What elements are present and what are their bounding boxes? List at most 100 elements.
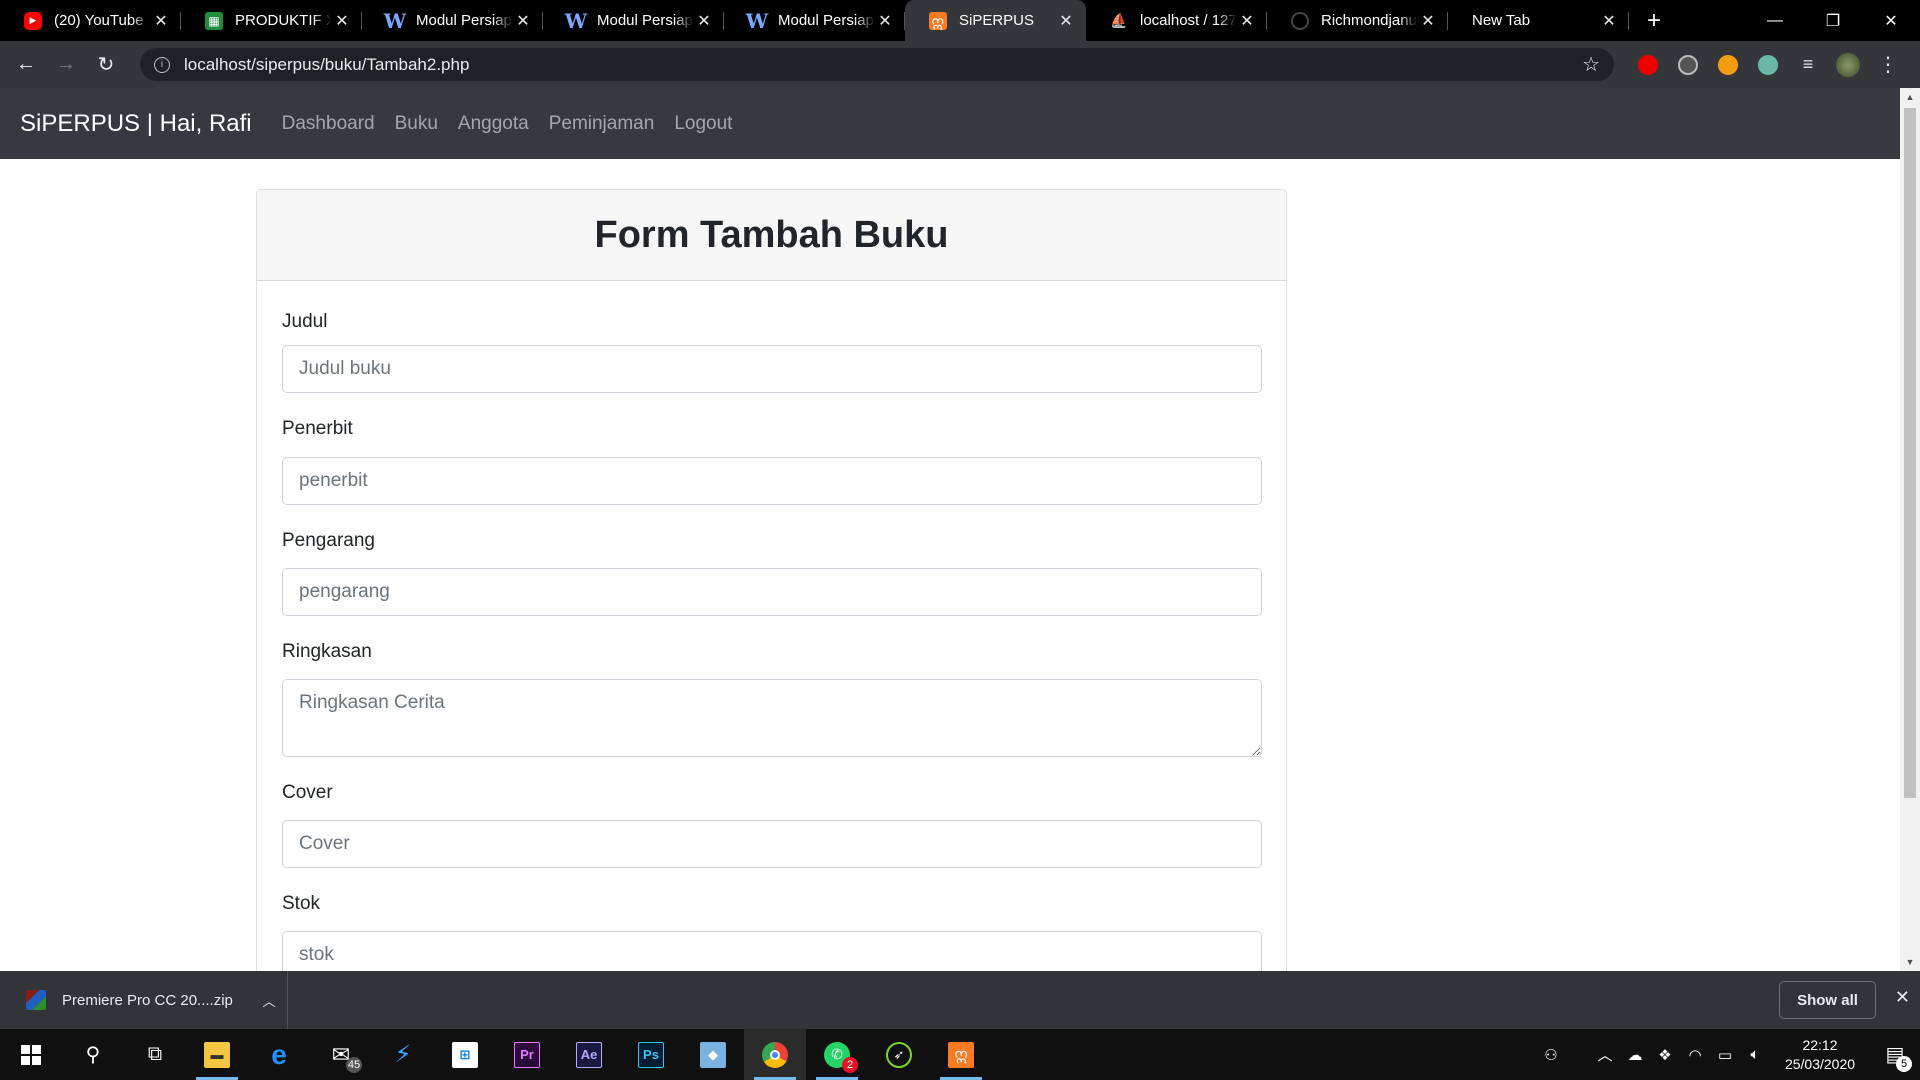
close-tab-icon[interactable]: ✕	[694, 11, 714, 31]
browser-tab[interactable]: ⛵ localhost / 127.0.0.1✕	[1086, 0, 1267, 41]
nav-buku[interactable]: Buku	[395, 113, 438, 135]
extension-cat-icon[interactable]	[1748, 45, 1788, 85]
scroll-down-icon[interactable]: ▼	[1900, 953, 1920, 971]
browser-tab[interactable]: W Modul Persiapan✕	[724, 0, 905, 41]
new-tab-button[interactable]: +	[1629, 0, 1679, 41]
reload-icon[interactable]: ↻	[86, 45, 126, 85]
address-bar[interactable]: i localhost/siperpus/buku/Tambah2.php ☆	[140, 48, 1614, 81]
adblock-extension-icon[interactable]	[1628, 45, 1668, 85]
close-tab-icon[interactable]: ✕	[1237, 11, 1257, 31]
close-tab-icon[interactable]: ✕	[151, 11, 171, 31]
browser-tab[interactable]: Richmondjanuar✕	[1267, 0, 1448, 41]
notifications-badge: 5	[1896, 1056, 1912, 1072]
web-page: SiPERPUS | Hai, Rafi Dashboard Buku Angg…	[0, 88, 1900, 971]
downloads-bar: Premiere Pro CC 20....zip ︿ Show all ✕	[0, 971, 1920, 1029]
media-control-icon[interactable]: ≡	[1788, 45, 1828, 85]
close-tab-icon[interactable]: ✕	[513, 11, 533, 31]
nav-dashboard[interactable]: Dashboard	[282, 113, 375, 135]
close-downloads-icon[interactable]: ✕	[1895, 987, 1910, 1008]
close-tab-icon[interactable]: ✕	[875, 11, 895, 31]
premiere-icon[interactable]: Pr	[496, 1029, 558, 1080]
windows-start-icon[interactable]	[0, 1029, 62, 1080]
browser-tab[interactable]: ▶ (20) YouTube ✕	[0, 0, 181, 41]
xampp-taskbar-icon[interactable]: ဣ	[930, 1029, 992, 1080]
vpn-icon[interactable]: ➶	[868, 1029, 930, 1080]
page-scrollbar[interactable]: ▲ ▼	[1900, 88, 1920, 971]
volume-icon[interactable]: 🔈︎	[1740, 1046, 1770, 1063]
chevron-up-icon[interactable]: ︿	[251, 991, 287, 1010]
tab-title[interactable]: PRODUKTIF X RPL	[235, 12, 332, 29]
close-tab-icon[interactable]: ✕	[1599, 11, 1619, 31]
profile-avatar[interactable]	[1828, 45, 1868, 85]
download-item[interactable]: Premiere Pro CC 20....zip ︿	[0, 971, 288, 1029]
nav-anggota[interactable]: Anggota	[458, 113, 529, 135]
browser-tab[interactable]: W Modul Persiapan✕	[362, 0, 543, 41]
browser-tab[interactable]: ▦ PRODUKTIF X RPL✕	[181, 0, 362, 41]
photoshop-icon[interactable]: Ps	[620, 1029, 682, 1080]
app-brand[interactable]: SiPERPUS | Hai, Rafi	[20, 110, 252, 138]
tab-title[interactable]: localhost / 127.0.0.1	[1140, 12, 1237, 29]
nav-logout[interactable]: Logout	[674, 113, 732, 135]
close-tab-icon[interactable]: ✕	[1418, 11, 1438, 31]
close-window-icon[interactable]: ✕	[1862, 0, 1920, 41]
stok-label: Stok	[282, 893, 321, 914]
pengarang-input[interactable]	[282, 568, 1262, 616]
minimize-icon[interactable]: —	[1746, 0, 1804, 41]
virtualbox-icon[interactable]: ◆	[682, 1029, 744, 1080]
browser-tab[interactable]: W Modul Persiapan✕	[543, 0, 724, 41]
clock-date: 25/03/2020	[1784, 1055, 1856, 1072]
judul-label: Judul	[282, 311, 328, 332]
restore-icon[interactable]: ❐	[1804, 0, 1862, 41]
tab-title[interactable]: Modul Persiapan	[416, 12, 513, 29]
onedrive-icon[interactable]: ☁	[1620, 1046, 1650, 1064]
menu-kebab-icon[interactable]: ⋮	[1868, 45, 1908, 85]
close-tab-icon[interactable]: ✕	[1056, 11, 1076, 31]
close-tab-icon[interactable]: ✕	[332, 11, 352, 31]
chrome-icon[interactable]	[744, 1029, 806, 1080]
xampp-icon: ဣ	[929, 11, 947, 30]
bookmark-star-icon[interactable]: ☆	[1582, 52, 1600, 77]
extension-icon[interactable]	[1668, 45, 1708, 85]
browser-tab[interactable]: ဣ SiPERPUS ✕	[905, 0, 1086, 41]
penerbit-input[interactable]	[282, 457, 1262, 505]
back-icon[interactable]: ←	[6, 45, 46, 85]
task-view-icon[interactable]: ⧉	[124, 1029, 186, 1080]
after-effects-icon[interactable]: Ae	[558, 1029, 620, 1080]
store-icon[interactable]: ⊞	[434, 1029, 496, 1080]
show-all-button[interactable]: Show all	[1779, 981, 1876, 1019]
stok-input[interactable]	[282, 931, 1262, 971]
tab-title[interactable]: Modul Persiapan	[778, 12, 875, 29]
tab-title[interactable]: Modul Persiapan	[597, 12, 694, 29]
honey-extension-icon[interactable]	[1708, 45, 1748, 85]
clock[interactable]: 22:12 25/03/2020	[1770, 1036, 1870, 1074]
clock-time: 22:12	[1802, 1036, 1838, 1053]
tab-title[interactable]: (20) YouTube	[54, 12, 151, 29]
tab-title[interactable]: SiPERPUS	[959, 12, 1056, 29]
tab-title[interactable]: Richmondjanuar	[1321, 12, 1418, 29]
wifi-icon[interactable]: ◠	[1680, 1046, 1710, 1064]
file-explorer-icon[interactable]: ▬	[186, 1029, 248, 1080]
show-hidden-icons[interactable]: ︿	[1590, 1044, 1620, 1065]
ringkasan-textarea[interactable]	[282, 679, 1262, 757]
cover-input[interactable]	[282, 820, 1262, 868]
browser-tab[interactable]: New Tab ✕	[1448, 0, 1629, 41]
site-info-icon[interactable]: i	[154, 56, 170, 73]
people-icon[interactable]: ⚇	[1536, 1046, 1566, 1064]
whatsapp-icon[interactable]: ✆ 2	[806, 1029, 868, 1080]
address-url[interactable]: localhost/siperpus/buku/Tambah2.php	[184, 55, 1582, 75]
notifications-icon[interactable]: ▤ 5	[1870, 1029, 1920, 1080]
dropbox-icon[interactable]: ❖	[1650, 1046, 1680, 1064]
search-icon[interactable]: ⚲	[62, 1029, 124, 1080]
forward-icon[interactable]: →	[46, 45, 86, 85]
mail-icon[interactable]: ✉ 45	[310, 1029, 372, 1080]
nav-peminjaman[interactable]: Peminjaman	[549, 113, 655, 135]
form-title: Form Tambah Buku	[257, 190, 1286, 281]
visual-studio-icon[interactable]: ⚡	[372, 1029, 434, 1080]
battery-icon[interactable]: ▭	[1710, 1046, 1740, 1064]
download-filename[interactable]: Premiere Pro CC 20....zip	[62, 992, 251, 1009]
scroll-up-icon[interactable]: ▲	[1900, 88, 1920, 106]
scrollbar-thumb[interactable]	[1904, 108, 1916, 798]
edge-icon[interactable]: e	[248, 1029, 310, 1080]
judul-input[interactable]	[282, 345, 1262, 393]
tab-title[interactable]: New Tab	[1472, 12, 1599, 29]
